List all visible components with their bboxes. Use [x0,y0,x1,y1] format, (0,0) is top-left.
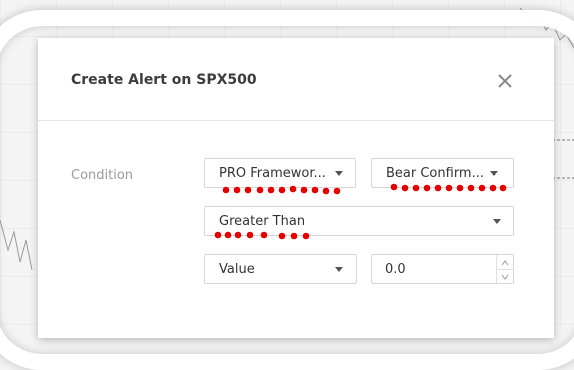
screenshot-frame [0,10,574,370]
